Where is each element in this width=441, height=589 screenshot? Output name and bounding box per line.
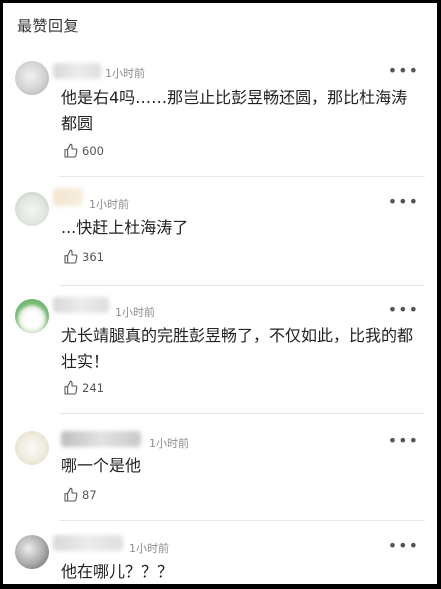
thumbs-up-icon <box>64 380 78 395</box>
comment-time: 1小时前 <box>105 67 145 80</box>
comment-item: 1小时前 ••• 他在哪儿？？？ <box>3 531 437 584</box>
like-count: 241 <box>82 381 104 395</box>
divider <box>59 520 425 521</box>
comment-item: 1小时前 ••• 他是右4吗……那岂止比彭昱畅还圆，那比杜海涛都圆 600 <box>3 57 437 177</box>
comment-text: 他在哪儿？？？ <box>61 562 174 581</box>
comment-item: 1小时前 ••• ...快赶上杜海涛了 361 <box>3 188 437 288</box>
comment-item: 1小时前 ••• 哪一个是他 87 <box>3 423 437 523</box>
like-button[interactable]: 241 <box>63 380 104 396</box>
comment-text: ...快赶上杜海涛了 <box>61 218 189 237</box>
comment-time: 1小时前 <box>89 198 129 211</box>
like-button[interactable]: 600 <box>63 143 104 159</box>
thumbs-up-icon <box>64 487 78 502</box>
section-title: 最赞回复 <box>17 17 80 35</box>
like-count: 361 <box>82 250 104 264</box>
comment-text: 他是右4吗……那岂止比彭昱畅还圆，那比杜海涛都圆 <box>61 88 408 133</box>
thumbs-up-icon <box>64 249 78 264</box>
thumbs-up-icon <box>64 143 78 158</box>
username-blurred[interactable] <box>61 431 141 447</box>
username-blurred[interactable] <box>53 535 123 551</box>
comment-screen: 最赞回复 1小时前 ••• 他是右4吗……那岂止比彭昱畅还圆，那比杜海涛都圆 6… <box>3 3 437 584</box>
avatar[interactable] <box>15 535 49 569</box>
more-options-icon[interactable]: ••• <box>388 192 419 211</box>
like-button[interactable]: 361 <box>63 249 104 265</box>
more-options-icon[interactable]: ••• <box>388 61 419 80</box>
divider <box>59 285 425 286</box>
more-options-icon[interactable]: ••• <box>388 431 419 450</box>
comment-time: 1小时前 <box>115 306 155 319</box>
comment-time: 1小时前 <box>149 437 189 450</box>
username-blurred[interactable] <box>53 63 101 79</box>
username-blurred[interactable] <box>53 188 83 206</box>
avatar[interactable] <box>15 61 49 95</box>
like-count: 600 <box>82 144 104 158</box>
comment-text: 尤长靖腿真的完胜彭昱畅了，不仅如此，比我的都壮实！ <box>61 326 414 371</box>
avatar[interactable] <box>15 192 49 226</box>
avatar[interactable] <box>15 431 49 465</box>
avatar[interactable] <box>15 299 49 333</box>
divider <box>59 413 425 414</box>
more-options-icon[interactable]: ••• <box>388 300 419 319</box>
like-button[interactable]: 87 <box>63 487 97 503</box>
divider <box>59 176 425 177</box>
comment-item: 1小时前 ••• 尤长靖腿真的完胜彭昱畅了，不仅如此，比我的都壮实！ 241 <box>3 295 437 415</box>
comment-text: 哪一个是他 <box>61 456 142 475</box>
comment-time: 1小时前 <box>129 542 169 555</box>
username-blurred[interactable] <box>53 297 109 313</box>
more-options-icon[interactable]: ••• <box>388 536 419 555</box>
like-count: 87 <box>82 488 97 502</box>
